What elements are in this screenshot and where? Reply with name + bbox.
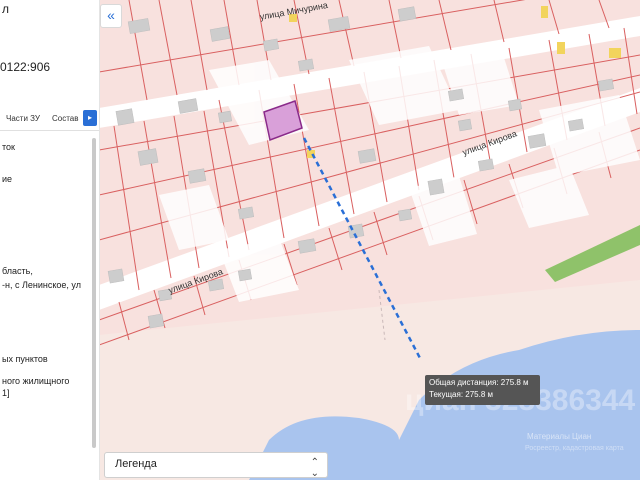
tab-composition[interactable]: Состав (52, 114, 79, 123)
current-distance: Текущая: 275.8 м (429, 390, 494, 399)
legend-label: Легенда (115, 458, 157, 470)
map-credit-source: Росреестр, кадастровая карта (525, 445, 624, 452)
panel-line: бласть, (2, 266, 33, 276)
panel-line: ного жилищного (2, 376, 70, 386)
chevron-updown-icon: ⌃ ⌄ (310, 457, 319, 479)
panel-line: ток (2, 142, 15, 152)
total-distance: Общая дистанция: 275.8 м (429, 378, 529, 387)
distance-tooltip: Общая дистанция: 275.8 м Текущая: 275.8 … (425, 375, 540, 405)
panel-line: 1] (2, 388, 10, 398)
panel-scrollbar[interactable] (92, 138, 96, 448)
panel-line: -н, с Ленинское, ул (2, 280, 81, 290)
panel-line: ие (2, 174, 13, 184)
cadastral-number: 0122:906 (0, 60, 51, 74)
map-credit: Материалы Циан (527, 432, 592, 441)
info-panel: л 0122:906 Части ЗУ Состав ▸ ток ие блас… (0, 0, 100, 480)
panel-header-fragment: л (2, 2, 10, 16)
collapse-panel-icon[interactable]: « (100, 4, 122, 28)
legend-select[interactable]: Легенда ⌃ ⌄ (104, 452, 328, 479)
tab-parts[interactable]: Части ЗУ (6, 114, 40, 123)
panel-line: ых пунктов (2, 354, 48, 364)
tabs-next-arrow-icon[interactable]: ▸ (83, 110, 97, 126)
